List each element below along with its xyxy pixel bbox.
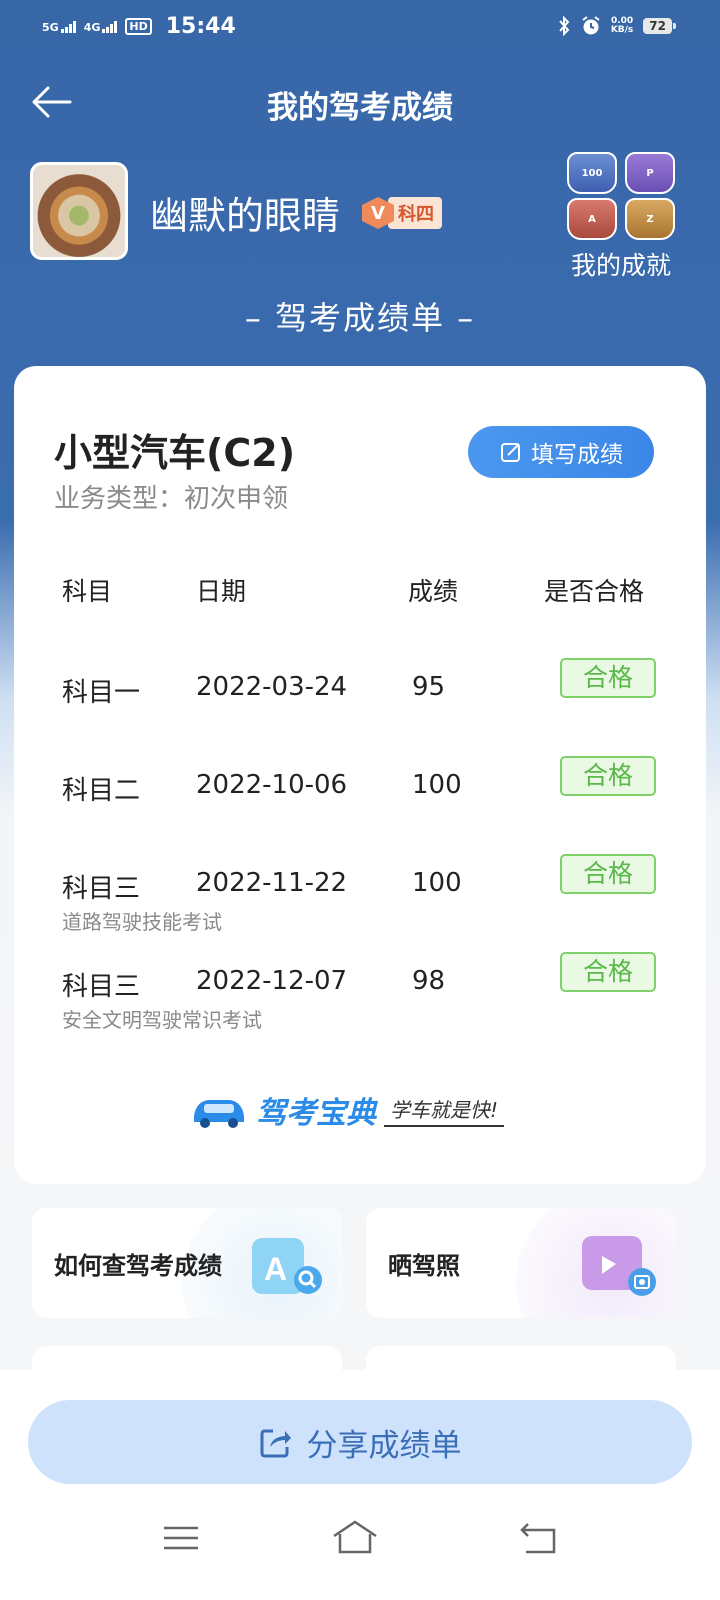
report-heading: – 驾考成绩单 – xyxy=(244,299,476,337)
tile-how-to-check-score[interactable]: 如何查驾考成绩 A xyxy=(32,1208,342,1318)
battery-indicator: 72 xyxy=(643,18,676,34)
brand-name: 驾考宝典 xyxy=(256,1096,376,1131)
medal-icon: P xyxy=(625,152,675,194)
vehicle-type: 小型汽车(C2) xyxy=(54,431,296,475)
edit-icon xyxy=(501,443,520,462)
row-date: 2022-12-07 xyxy=(196,966,348,996)
score-row: 科目三 2022-11-22 100 合格 道路驾驶技能考试 xyxy=(14,854,706,934)
score-row: 科目一 2022-03-24 95 合格 xyxy=(14,658,706,732)
row-subject: 科目一 xyxy=(62,678,141,708)
medal-icon: A xyxy=(567,198,617,240)
brand-logo: 驾考宝典 学车就是快! xyxy=(190,1088,505,1132)
medal-icon: 100 xyxy=(567,152,617,194)
row-score: 100 xyxy=(412,770,462,800)
row-subject: 科目三 xyxy=(62,972,141,1002)
share-report-button[interactable]: 分享成绩单 xyxy=(28,1400,692,1484)
return-icon xyxy=(520,1523,556,1554)
row-score: 98 xyxy=(412,966,446,996)
col-score: 成绩 xyxy=(408,577,459,606)
score-card: 小型汽车(C2) 业务类型：初次申领 填写成绩 科目 日期 成绩 是否合格 科目… xyxy=(14,366,706,1184)
col-pass: 是否合格 xyxy=(544,577,645,606)
row-subject: 科目三 xyxy=(62,874,141,904)
row-date: 2022-03-24 xyxy=(196,672,348,702)
score-row: 科目三 2022-12-07 98 合格 安全文明驾驶常识考试 xyxy=(14,952,706,1032)
row-subject: 科目二 xyxy=(62,776,141,806)
tile-show-license[interactable]: 晒驾照 xyxy=(366,1208,676,1318)
signal-4g-icon: 4G xyxy=(84,20,118,33)
search-document-icon: A xyxy=(252,1238,322,1294)
col-subject: 科目 xyxy=(62,577,113,606)
svg-text:A: A xyxy=(264,1251,287,1287)
home-icon xyxy=(333,1520,377,1554)
fill-score-button[interactable]: 填写成绩 xyxy=(468,426,654,478)
bottom-panel: 分享成绩单 xyxy=(0,1370,720,1600)
row-date: 2022-10-06 xyxy=(196,770,348,800)
system-nav-bar xyxy=(0,1508,720,1568)
business-type: 业务类型：初次申领 xyxy=(54,484,289,514)
status-time: 15:44 xyxy=(165,14,236,39)
fill-score-label: 填写成绩 xyxy=(531,442,623,468)
brand-slogan: 学车就是快! xyxy=(384,1094,505,1127)
row-date: 2022-11-22 xyxy=(196,868,348,898)
home-key[interactable] xyxy=(330,1518,380,1558)
achievements-button[interactable]: 100 P A Z 我的成就 xyxy=(562,152,680,282)
row-score: 95 xyxy=(412,672,446,702)
pass-badge: 合格 xyxy=(560,952,656,992)
status-bar: 5G 4G HD 15:44 0.00 KB/s 72 xyxy=(0,0,720,56)
menu-key[interactable] xyxy=(156,1518,206,1558)
hd-voice-icon: HD xyxy=(125,18,152,35)
alarm-icon xyxy=(582,16,600,35)
car-logo-icon xyxy=(194,1100,244,1128)
vip-level-badge: V 科四 xyxy=(362,196,446,230)
signal-5g-icon: 5G xyxy=(42,20,76,33)
achievements-label: 我的成就 xyxy=(570,251,671,280)
share-report-label: 分享成绩单 xyxy=(306,1427,462,1464)
pass-badge: 合格 xyxy=(560,756,656,796)
pass-badge: 合格 xyxy=(560,658,656,698)
page-title: 我的驾考成绩 xyxy=(267,90,453,126)
tile-label: 晒驾照 xyxy=(388,1252,460,1280)
row-note: 道路驾驶技能考试 xyxy=(62,910,222,934)
photo-share-icon xyxy=(582,1236,656,1296)
tile-label: 如何查驾考成绩 xyxy=(54,1252,222,1280)
medal-icon: Z xyxy=(625,198,675,240)
net-speed: 0.00 KB/s xyxy=(610,16,634,35)
score-row: 科目二 2022-10-06 100 合格 xyxy=(14,756,706,830)
pass-badge: 合格 xyxy=(560,854,656,894)
bluetooth-icon xyxy=(559,16,570,36)
username: 幽默的眼睛 xyxy=(150,194,341,238)
avatar[interactable] xyxy=(30,162,128,260)
menu-icon xyxy=(164,1526,198,1550)
col-date: 日期 xyxy=(196,577,247,606)
row-note: 安全文明驾驶常识考试 xyxy=(62,1008,262,1032)
back-key[interactable] xyxy=(514,1518,564,1558)
vip-subject-label: 科四 xyxy=(388,197,442,229)
row-score: 100 xyxy=(412,868,462,898)
share-icon xyxy=(260,1429,291,1458)
